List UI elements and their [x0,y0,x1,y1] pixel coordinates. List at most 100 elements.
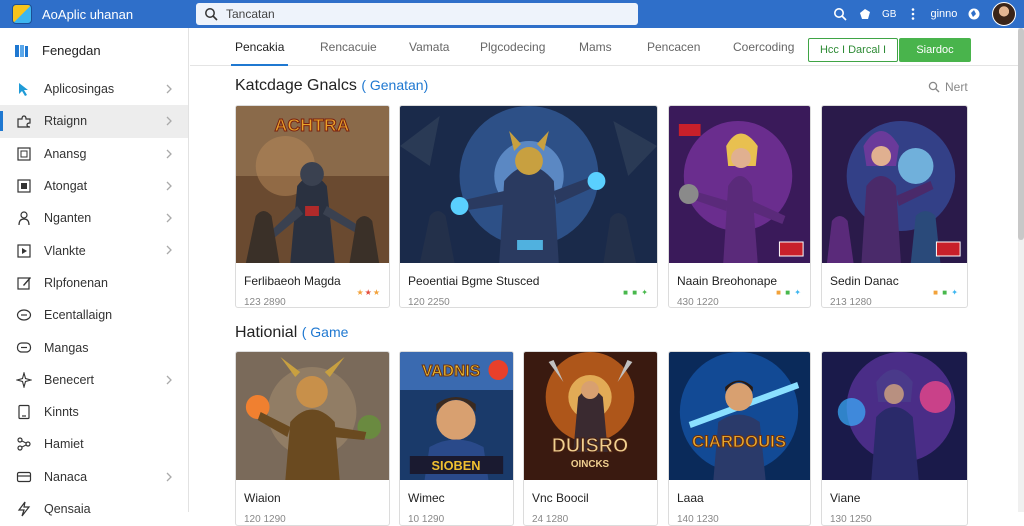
sidebar-item-3[interactable]: Atongat [0,170,188,202]
card-subtitle: 24 1280 [532,514,569,525]
top-bar: AoAplic uhanan GB ginno [0,0,1024,28]
user-name: ginno [930,8,958,20]
search-input[interactable] [226,4,626,24]
star-icon: ■ [785,288,792,297]
rating-stars: ■ ■ ✦ [933,288,959,297]
sidebar-header-label: Fenegdan [42,43,101,58]
chevron-right-icon [164,148,174,160]
sidebar-item-label: Rtaignn [44,114,88,129]
game-art-mage-purple [669,106,810,263]
sidebar-item-1[interactable]: Rtaignn [0,105,188,138]
card-title: Vnc Boocil [532,491,589,505]
app-title: AoAplic uhanan [42,6,134,22]
see-more-label: Nert [945,80,968,94]
tab-1[interactable]: Rencacuie [320,40,377,54]
sidebar-item-label: Nganten [44,211,92,226]
svg-text:DUISRO: DUISRO [552,435,629,457]
scrollbar-thumb[interactable] [1018,28,1024,240]
game-card[interactable]: CIARDOUIS Laaa 140 1230 [668,351,811,526]
card-subtitle: 213 1280 [830,297,872,308]
search-icon[interactable] [832,6,848,22]
star-icon: ✦ [794,288,802,297]
svg-text:CIARDOUIS: CIARDOUIS [692,432,786,451]
sidebar-item-0[interactable]: Aplicosingas [0,73,188,105]
tab-3[interactable]: Plgcodecing [480,40,545,54]
game-card[interactable]: ACHTRA Ferlibaeoh Magda 123 2890 ★★★ [235,105,390,308]
star-icon: ★ [356,288,365,297]
sidebar-item-label: Qensaia [44,502,91,516]
sidebar-item-4[interactable]: Nganten [0,202,188,234]
sidebar-item-6[interactable]: Rlpfonenan [0,267,188,299]
star-icon: ■ [776,288,782,297]
game-card[interactable]: Sedin Danac 213 1280 ■ ■ ✦ [821,105,968,308]
game-card[interactable]: Wiaion 120 1290 [235,351,390,526]
more-options-icon[interactable] [905,6,921,22]
see-more-link[interactable]: Nert [928,80,968,94]
sidebar-item-8[interactable]: Mangas [0,331,188,363]
avatar[interactable] [992,2,1016,26]
game-card[interactable]: VADNIS SIOBEN Wimec 10 1290 [399,351,514,526]
bubble-icon [16,307,32,323]
puzzle-icon [16,113,32,129]
game-card[interactable]: Viane 130 1250 [821,351,968,526]
svg-text:OINCKS: OINCKS [571,459,610,470]
tab-6[interactable]: Coercoding [733,40,794,54]
chevron-right-icon [164,244,174,256]
star-icon: ■ [623,288,629,297]
sidebar-item-9[interactable]: Benecert [0,364,188,396]
card-title: Naain Breohonape [677,274,778,288]
tab-bar: Pencakia Rencacuie Vamata Plgcodecing Ma… [190,28,1024,66]
card-title: Wimec [408,491,445,505]
card-subtitle: 10 1290 [408,514,445,525]
search-bar[interactable] [196,3,638,25]
sidebar-item-label: Ecentallaign [44,308,113,323]
rating-stars: ■ ■ ✦ [623,288,649,297]
search-icon [928,81,940,93]
page-scrollbar[interactable] [1018,28,1024,512]
card-title: Ferlibaeoh Magda [244,274,341,288]
notification-icon[interactable] [857,6,873,22]
tab-2[interactable]: Vamata [409,40,449,54]
chevron-right-icon [164,471,174,483]
game-card[interactable]: Peoentiai Bgme Stusced 120 2250 ■ ■ ✦ [399,105,658,308]
main-content: Pencakia Rencacuie Vamata Plgcodecing Ma… [190,28,1024,526]
play-icon [16,243,32,259]
svg-text:ACHTRA: ACHTRA [275,115,350,135]
card-subtitle: 120 2250 [408,297,450,308]
sidebar-item-5[interactable]: Vlankte [0,234,188,266]
game-art-fire-warrior: DUISRO OINCKS [524,352,657,480]
game-card[interactable]: Naain Breohonape 430 1220 ■ ■ ✦ [668,105,811,308]
square-icon [16,178,32,194]
svg-text:VADNIS: VADNIS [422,363,480,380]
game-card[interactable]: DUISRO OINCKS Vnc Boocil 24 1280 [523,351,658,526]
tab-4[interactable]: Mams [579,40,612,54]
section-title-1-accent: ( Genatan) [361,77,429,93]
cursor-icon [16,81,32,97]
sparkle-icon [16,371,32,388]
app-logo [12,4,32,24]
rating-stars: ★★★ [356,288,381,297]
sidebar-item-13[interactable]: Qensaia [0,493,188,525]
card-subtitle: 140 1230 [677,514,719,525]
star-icon: ★ [364,288,373,297]
sidebar-item-label: Atongat [44,179,88,194]
star-icon: ✦ [951,288,959,297]
star-icon: ✦ [641,288,649,297]
sidebar-item-2[interactable]: Anansg [0,138,188,170]
sidebar-item-label: Benecert [44,372,95,387]
bolt-icon [16,501,32,517]
tablet-icon [16,404,32,420]
sidebar-item-label: Rlpfonenan [44,275,108,290]
primary-action-button[interactable]: Siardoc [899,38,971,62]
outline-action-button[interactable]: Hcc I Darcal I [808,38,898,62]
section-title-2-text: Hationial [235,324,298,341]
tab-5[interactable]: Pencacen [647,40,700,54]
sidebar-item-11[interactable]: Hamiet [0,428,188,460]
globe-icon[interactable] [966,6,982,22]
sidebar-item-7[interactable]: Ecentallaign [0,299,188,331]
chevron-right-icon [164,83,174,95]
sidebar-item-10[interactable]: Kinnts [0,396,188,428]
tab-0[interactable]: Pencakia [230,40,289,66]
sidebar-item-12[interactable]: Nanaca [0,461,188,493]
card-title: Wiaion [244,491,281,505]
